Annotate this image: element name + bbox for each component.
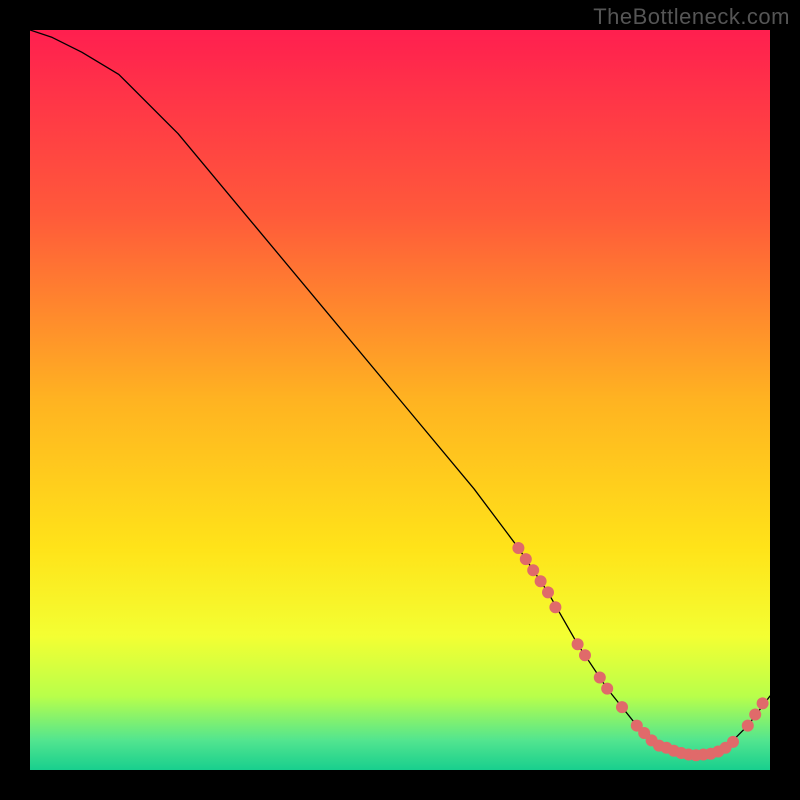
highlight-dot bbox=[757, 697, 769, 709]
highlight-dot bbox=[527, 564, 539, 576]
highlight-dot bbox=[727, 736, 739, 748]
highlight-dot bbox=[520, 553, 532, 565]
watermark-text: TheBottleneck.com bbox=[593, 4, 790, 30]
highlight-dot bbox=[742, 720, 754, 732]
highlight-dot bbox=[579, 649, 591, 661]
highlight-dot bbox=[594, 672, 606, 684]
highlight-dot bbox=[549, 601, 561, 613]
highlight-dot bbox=[542, 586, 554, 598]
plot-frame bbox=[30, 30, 770, 770]
highlight-dot bbox=[616, 701, 628, 713]
highlight-dot bbox=[572, 638, 584, 650]
highlight-dot bbox=[601, 683, 613, 695]
highlight-dot bbox=[535, 575, 547, 587]
highlight-dot bbox=[749, 709, 761, 721]
chart-container: TheBottleneck.com bbox=[0, 0, 800, 800]
highlight-dot bbox=[512, 542, 524, 554]
plot-svg bbox=[30, 30, 770, 770]
